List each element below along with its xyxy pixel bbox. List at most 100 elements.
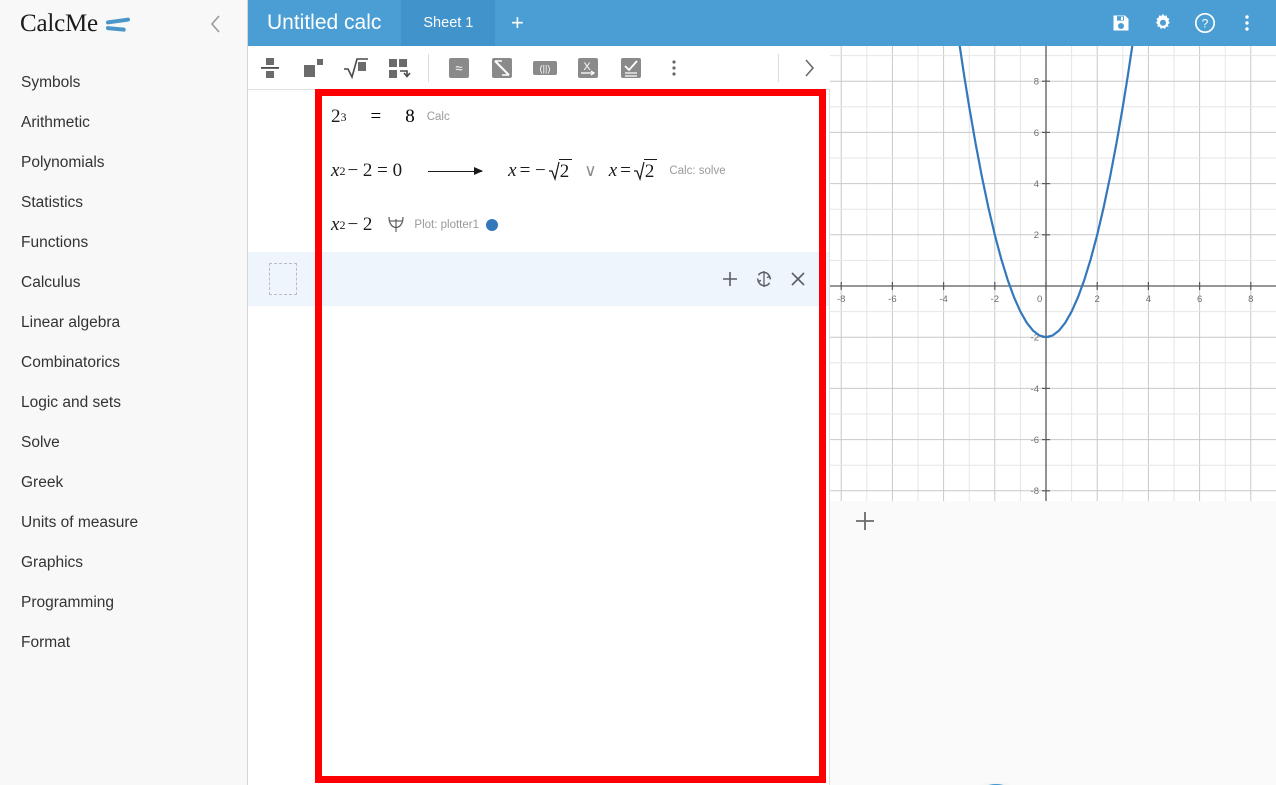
x-tick-label: 2: [1095, 294, 1100, 305]
add-plot-button[interactable]: [848, 504, 882, 538]
add-sheet-button[interactable]: +: [495, 0, 539, 46]
sidebar-item-arithmetic[interactable]: Arithmetic: [0, 103, 248, 143]
x-tick-label: 4: [1146, 294, 1151, 305]
toolbar-matrix-button[interactable]: [377, 46, 420, 90]
more-vertical-icon: [1245, 15, 1249, 31]
expression-input[interactable]: 23: [331, 106, 347, 128]
app-header: Untitled calc Sheet 1 + ?: [248, 0, 1276, 46]
sidebar-item-linear-algebra[interactable]: Linear algebra: [0, 303, 248, 343]
evaluate-icon: (||): [532, 60, 557, 75]
toolbar-simplify-button[interactable]: [480, 46, 523, 90]
plot-panel: -8 -6 -4 -2 0 2 4 6 8 -8 -6 -4 -2 2 4 6 8: [830, 46, 1276, 785]
sidebar-collapse-button[interactable]: [203, 11, 229, 37]
equation-input[interactable]: x 2− 2 = 0: [331, 160, 402, 182]
sidebar-item-functions[interactable]: Functions: [0, 223, 248, 263]
tab-sheet-1[interactable]: Sheet 1: [401, 0, 496, 46]
save-icon: [1113, 15, 1129, 31]
simplify-icon: [491, 57, 512, 78]
worksheet-row[interactable]: x 2− 2 = 0 x = − 2 ∨ x = 2 Calc: solve: [248, 144, 830, 198]
worksheet-row[interactable]: x 2− 2 Plot: plotter1: [248, 198, 830, 252]
solve-icon: X: [577, 57, 598, 78]
help-icon: ?: [1194, 12, 1216, 34]
toolbar-more-button[interactable]: [652, 46, 695, 90]
sidebar-item-label: Symbols: [21, 74, 81, 91]
active-worksheet-row[interactable]: [248, 252, 829, 306]
square-root-icon: [343, 57, 368, 79]
fraction-icon: [260, 57, 279, 78]
sidebar-item-label: Polynomials: [21, 154, 105, 171]
svg-text:?: ?: [1202, 17, 1209, 31]
more-vertical-icon: [671, 59, 676, 76]
calcme-equals-logo-icon: [105, 15, 130, 33]
plot-canvas[interactable]: -8 -6 -4 -2 0 2 4 6 8-8-6-4-22468: [830, 46, 1276, 501]
y-tick-label: -8: [1031, 486, 1039, 497]
header-spacer: [539, 0, 1100, 46]
sidebar-item-label: Linear algebra: [21, 314, 121, 331]
toolbar-fraction-button[interactable]: [248, 46, 291, 90]
plot-expression-input[interactable]: x 2− 2: [331, 214, 372, 236]
solution-2: x = 2: [609, 159, 658, 183]
sidebar-item-graphics[interactable]: Graphics: [0, 543, 248, 583]
sidebar-item-calculus[interactable]: Calculus: [0, 263, 248, 303]
toolbar-solve-button[interactable]: X: [566, 46, 609, 90]
help-button[interactable]: ?: [1184, 0, 1226, 46]
sidebar-item-programming[interactable]: Programming: [0, 583, 248, 623]
delete-row-button[interactable]: [781, 262, 815, 296]
sidebar-item-label: Solve: [21, 434, 60, 451]
toolbar-approximate-button[interactable]: ≈: [437, 46, 480, 90]
settings-button[interactable]: [1142, 0, 1184, 46]
sidebar-item-format[interactable]: Format: [0, 623, 248, 663]
worksheet-row[interactable]: 23 = 8 Calc: [248, 90, 830, 144]
toolbar-evaluate-button[interactable]: (||): [523, 46, 566, 90]
radicand-wrap: 2: [558, 159, 573, 183]
recalculate-button[interactable]: [747, 262, 781, 296]
implies-arrow-icon: [428, 166, 484, 175]
toolbar-expand-button[interactable]: [787, 46, 830, 90]
sidebar-item-solve[interactable]: Solve: [0, 423, 248, 463]
sidebar-item-combinatorics[interactable]: Combinatorics: [0, 343, 248, 383]
sidebar: CalcMe Symbols Arithmetic Polynomials St…: [0, 0, 248, 785]
chevron-left-icon: [210, 15, 220, 33]
toolbar-square-root-button[interactable]: [334, 46, 377, 90]
toolbar-divider-end: [778, 53, 779, 82]
save-button[interactable]: [1100, 0, 1142, 46]
plot-expr-remainder: − 2: [347, 214, 373, 235]
document-title[interactable]: Untitled calc: [248, 0, 401, 46]
header-actions: ?: [1100, 0, 1276, 46]
sidebar-item-units-of-measure[interactable]: Units of measure: [0, 503, 248, 543]
svg-text:≈: ≈: [455, 60, 462, 75]
recalculate-icon: [756, 271, 772, 287]
sidebar-item-label: Graphics: [21, 554, 84, 571]
worksheet: 23 = 8 Calc x 2− 2 = 0 x = − 2 ∨ x = 2 C…: [248, 90, 1026, 785]
y-tick-label: 8: [1034, 77, 1039, 88]
plot-color-swatch[interactable]: [485, 219, 498, 231]
sidebar-item-symbols[interactable]: Symbols: [0, 63, 248, 103]
sidebar-item-label: Logic and sets: [21, 394, 121, 411]
calcme-app: CalcMe Symbols Arithmetic Polynomials St…: [0, 0, 1276, 785]
matrix-icon: [388, 58, 411, 78]
add-row-button[interactable]: [713, 262, 747, 296]
plot-background: [830, 46, 1276, 501]
x-tick-label: -6: [888, 294, 896, 305]
sidebar-item-polynomials[interactable]: Polynomials: [0, 143, 248, 183]
sidebar-item-label: Calculus: [21, 274, 81, 291]
check-icon: [620, 57, 641, 78]
editor-toolbar: ≈ (||) X: [248, 46, 830, 90]
sidebar-item-greek[interactable]: Greek: [0, 463, 248, 503]
plot-surface[interactable]: -8 -6 -4 -2 0 2 4 6 8 -8 -6 -4 -2 2 4 6 8: [830, 46, 1276, 501]
solution-2-relation: =: [620, 160, 631, 181]
toolbar-power-button[interactable]: [291, 46, 334, 90]
square-root-expression: 2: [548, 159, 573, 183]
close-icon: [791, 272, 805, 286]
sidebar-item-label: Units of measure: [21, 514, 139, 531]
sidebar-item-logic-and-sets[interactable]: Logic and sets: [0, 383, 248, 423]
row-gutter: [248, 252, 317, 306]
parabola-icon: [386, 214, 406, 236]
row-content[interactable]: x 2− 2 Plot: plotter1: [317, 198, 830, 252]
row-content[interactable]: 23 = 8 Calc: [317, 90, 830, 144]
row-content[interactable]: x 2− 2 = 0 x = − 2 ∨ x = 2 Calc: solve: [317, 144, 830, 198]
header-more-button[interactable]: [1226, 0, 1268, 46]
toolbar-check-button[interactable]: [609, 46, 652, 90]
sidebar-item-statistics[interactable]: Statistics: [0, 183, 248, 223]
solution-1-relation: = −: [519, 160, 546, 181]
